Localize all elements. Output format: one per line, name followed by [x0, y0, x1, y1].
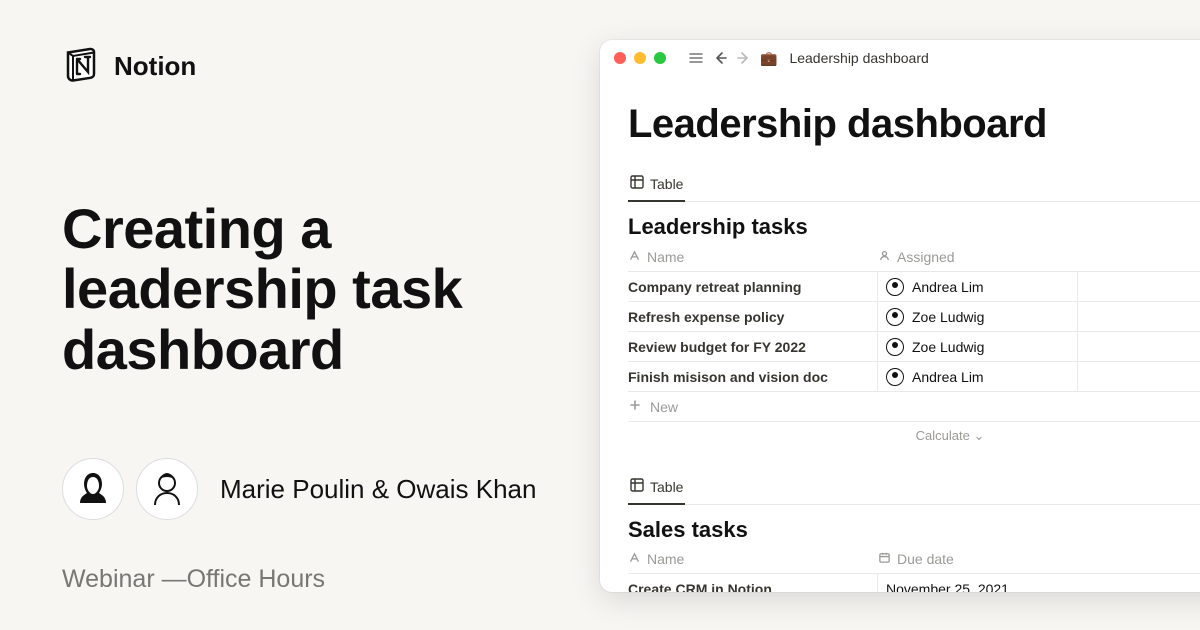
avatar-icon: [886, 338, 904, 356]
traffic-light-close[interactable]: [614, 52, 626, 64]
brand-row: Notion: [62, 44, 562, 89]
task-name[interactable]: Review budget for FY 2022: [628, 332, 878, 361]
tab-label: Table: [650, 176, 683, 192]
task-name[interactable]: Finish misison and vision doc: [628, 362, 878, 391]
new-row-button[interactable]: New: [628, 392, 1200, 422]
assignee: Andrea Lim: [912, 279, 984, 295]
column-headers: Name Due date: [628, 551, 1200, 574]
breadcrumb-icon: 💼: [760, 50, 777, 67]
avatar: [136, 458, 198, 520]
plus-icon: [628, 398, 642, 415]
window-titlebar: 💼 Leadership dashboard: [600, 40, 1200, 76]
due-date: November 25, 2021: [878, 581, 1078, 593]
hamburger-icon[interactable]: [688, 50, 704, 66]
assignee: Zoe Ludwig: [912, 339, 984, 355]
tab-table[interactable]: Table: [628, 169, 685, 202]
column-name-header[interactable]: Name: [628, 551, 878, 567]
page-headline: Creating a leadership task dashboard: [62, 199, 562, 380]
table-icon: [630, 175, 644, 192]
task-name[interactable]: Refresh expense policy: [628, 302, 878, 331]
notion-logo-icon: [62, 44, 102, 89]
presenter-names: Marie Poulin & Owais Khan: [220, 474, 536, 505]
back-icon[interactable]: [712, 50, 728, 66]
column-due-header[interactable]: Due date: [878, 551, 1078, 567]
traffic-light-zoom[interactable]: [654, 52, 666, 64]
subtitle: Webinar —Office Hours: [62, 565, 325, 594]
column-name-header[interactable]: Name: [628, 248, 878, 265]
column-assigned-header[interactable]: Assigned: [878, 248, 1078, 265]
forward-icon[interactable]: [736, 50, 752, 66]
table-icon: [630, 478, 644, 495]
assignee: Zoe Ludwig: [912, 309, 984, 325]
task-name[interactable]: Create CRM in Notion: [628, 574, 878, 592]
brand-name: Notion: [114, 51, 196, 82]
person-property-icon: [878, 249, 891, 265]
presenters: Marie Poulin & Owais Khan: [62, 458, 562, 520]
avatar-icon: [886, 278, 904, 296]
section-heading: Leadership tasks: [628, 214, 1200, 240]
breadcrumb[interactable]: Leadership dashboard: [789, 50, 928, 66]
table-row[interactable]: Refresh expense policy Zoe Ludwig: [628, 302, 1200, 332]
table-row[interactable]: Create CRM in Notion November 25, 2021: [628, 574, 1200, 592]
text-property-icon: [628, 249, 641, 265]
table-row[interactable]: Review budget for FY 2022 Zoe Ludwig: [628, 332, 1200, 362]
app-window: 💼 Leadership dashboard Leadership dashbo…: [600, 40, 1200, 592]
assignee: Andrea Lim: [912, 369, 984, 385]
column-headers: Name Assigned •••: [628, 248, 1200, 272]
avatar-icon: [886, 308, 904, 326]
calendar-icon: [878, 551, 891, 567]
view-tabs: Table: [628, 472, 1200, 505]
text-property-icon: [628, 551, 641, 567]
calculate-button[interactable]: Calculate ⌄: [628, 422, 1200, 450]
table-row[interactable]: Company retreat planning Andrea Lim: [628, 272, 1200, 302]
avatar-icon: [886, 368, 904, 386]
task-name[interactable]: Company retreat planning: [628, 272, 878, 301]
section-heading: Sales tasks: [628, 517, 1200, 543]
view-tabs: Table: [628, 169, 1200, 202]
tab-label: Table: [650, 479, 683, 495]
avatar: [62, 458, 124, 520]
tab-table[interactable]: Table: [628, 472, 685, 505]
table-row[interactable]: Finish misison and vision doc Andrea Lim: [628, 362, 1200, 392]
page-title: Leadership dashboard: [628, 102, 1200, 147]
chevron-down-icon: ⌄: [973, 428, 984, 443]
traffic-light-minimize[interactable]: [634, 52, 646, 64]
